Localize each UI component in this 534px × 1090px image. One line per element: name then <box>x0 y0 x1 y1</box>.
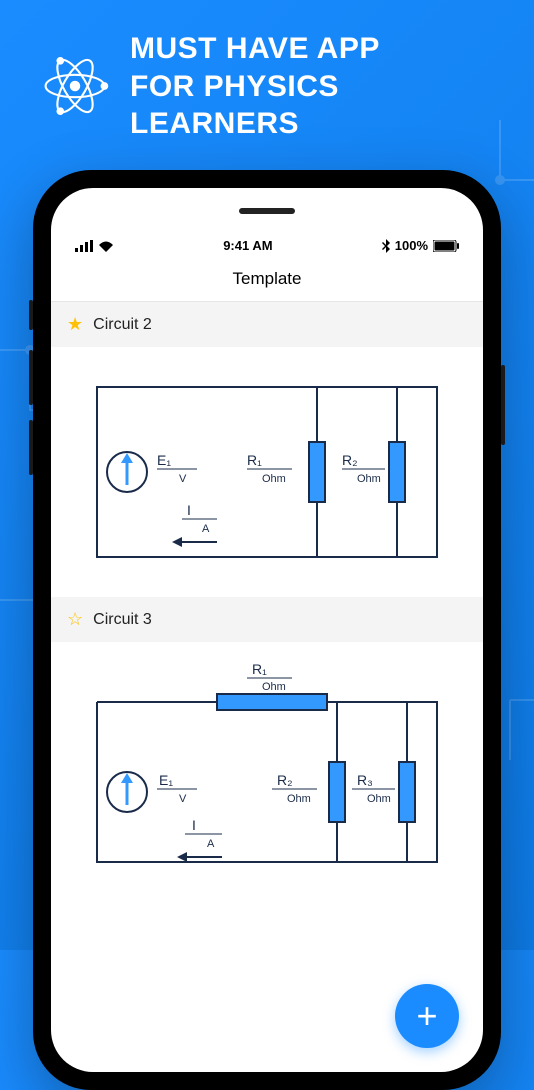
headline-text: MUST HAVE APP FOR PHYSICS LEARNERS <box>130 30 494 143</box>
circuit-title: Circuit 2 <box>93 316 152 334</box>
svg-text:I: I <box>187 502 191 518</box>
svg-text:E₁: E₁ <box>159 772 173 788</box>
svg-text:R₂: R₂ <box>342 452 358 468</box>
power-button <box>501 365 505 445</box>
star-outline-icon[interactable]: ☆ <box>67 609 83 630</box>
svg-text:R₃: R₃ <box>357 772 373 788</box>
battery-icon <box>433 240 459 252</box>
label-e1: E₁ <box>157 452 171 468</box>
star-filled-icon[interactable]: ★ <box>67 314 83 335</box>
promo-header: MUST HAVE APP FOR PHYSICS LEARNERS <box>0 0 534 163</box>
label-r3-unit: Ohm <box>367 793 391 805</box>
status-bar: 9:41 AM 100% <box>51 188 483 261</box>
mute-switch <box>29 300 33 330</box>
phone-frame: 9:41 AM 100% Template ★ Circuit 2 <box>33 170 501 1090</box>
volume-down-button <box>29 420 33 475</box>
label-r1: R₁ <box>252 662 267 677</box>
headline-line-2: FOR PHYSICS LEARNERS <box>130 68 494 143</box>
label-i-unit: A <box>202 523 210 535</box>
signal-icon <box>75 240 93 252</box>
plus-icon: + <box>416 998 437 1034</box>
svg-text:R₁: R₁ <box>252 662 267 677</box>
label-r2-unit: Ohm <box>287 793 311 805</box>
label-r2: R₂ <box>277 772 293 788</box>
bluetooth-icon <box>382 239 390 253</box>
circuit-header[interactable]: ★ Circuit 2 <box>51 302 483 347</box>
template-list[interactable]: ★ Circuit 2 <box>51 302 483 902</box>
label-e1: E₁ <box>159 772 173 788</box>
svg-text:R₂: R₂ <box>277 772 293 788</box>
label-e1-unit: V <box>179 473 187 485</box>
add-circuit-button[interactable]: + <box>395 984 459 1048</box>
label-r3: R₃ <box>357 772 373 788</box>
circuit-title: Circuit 3 <box>93 611 152 629</box>
svg-text:I: I <box>192 817 196 833</box>
circuit-header[interactable]: ☆ Circuit 3 <box>51 597 483 642</box>
battery-percent: 100% <box>395 238 428 253</box>
atom-icon <box>40 51 110 121</box>
wifi-icon <box>98 240 114 252</box>
headline-line-1: MUST HAVE APP <box>130 30 494 68</box>
svg-text:E₁: E₁ <box>157 452 171 468</box>
label-r1-unit: Ohm <box>262 681 286 693</box>
volume-up-button <box>29 350 33 405</box>
label-e1-unit: V <box>179 793 187 805</box>
phone-speaker <box>239 208 295 214</box>
svg-text:R₁: R₁ <box>247 452 262 468</box>
label-r1: R₁ <box>247 452 262 468</box>
label-i-unit: A <box>207 838 215 850</box>
circuit-diagram[interactable]: R₁ Ohm E₁ V R₂ Ohm R₃ Ohm I <box>51 642 483 902</box>
status-time: 9:41 AM <box>223 238 272 253</box>
label-r2-unit: Ohm <box>357 473 381 485</box>
phone-screen: 9:41 AM 100% Template ★ Circuit 2 <box>51 188 483 1072</box>
circuit-diagram[interactable]: E₁ V R₁ Ohm R₂ Ohm I A <box>51 347 483 597</box>
label-r2: R₂ <box>342 452 358 468</box>
label-i: I <box>192 817 196 833</box>
label-i: I <box>187 502 191 518</box>
label-r1-unit: Ohm <box>262 473 286 485</box>
nav-title: Template <box>51 261 483 302</box>
